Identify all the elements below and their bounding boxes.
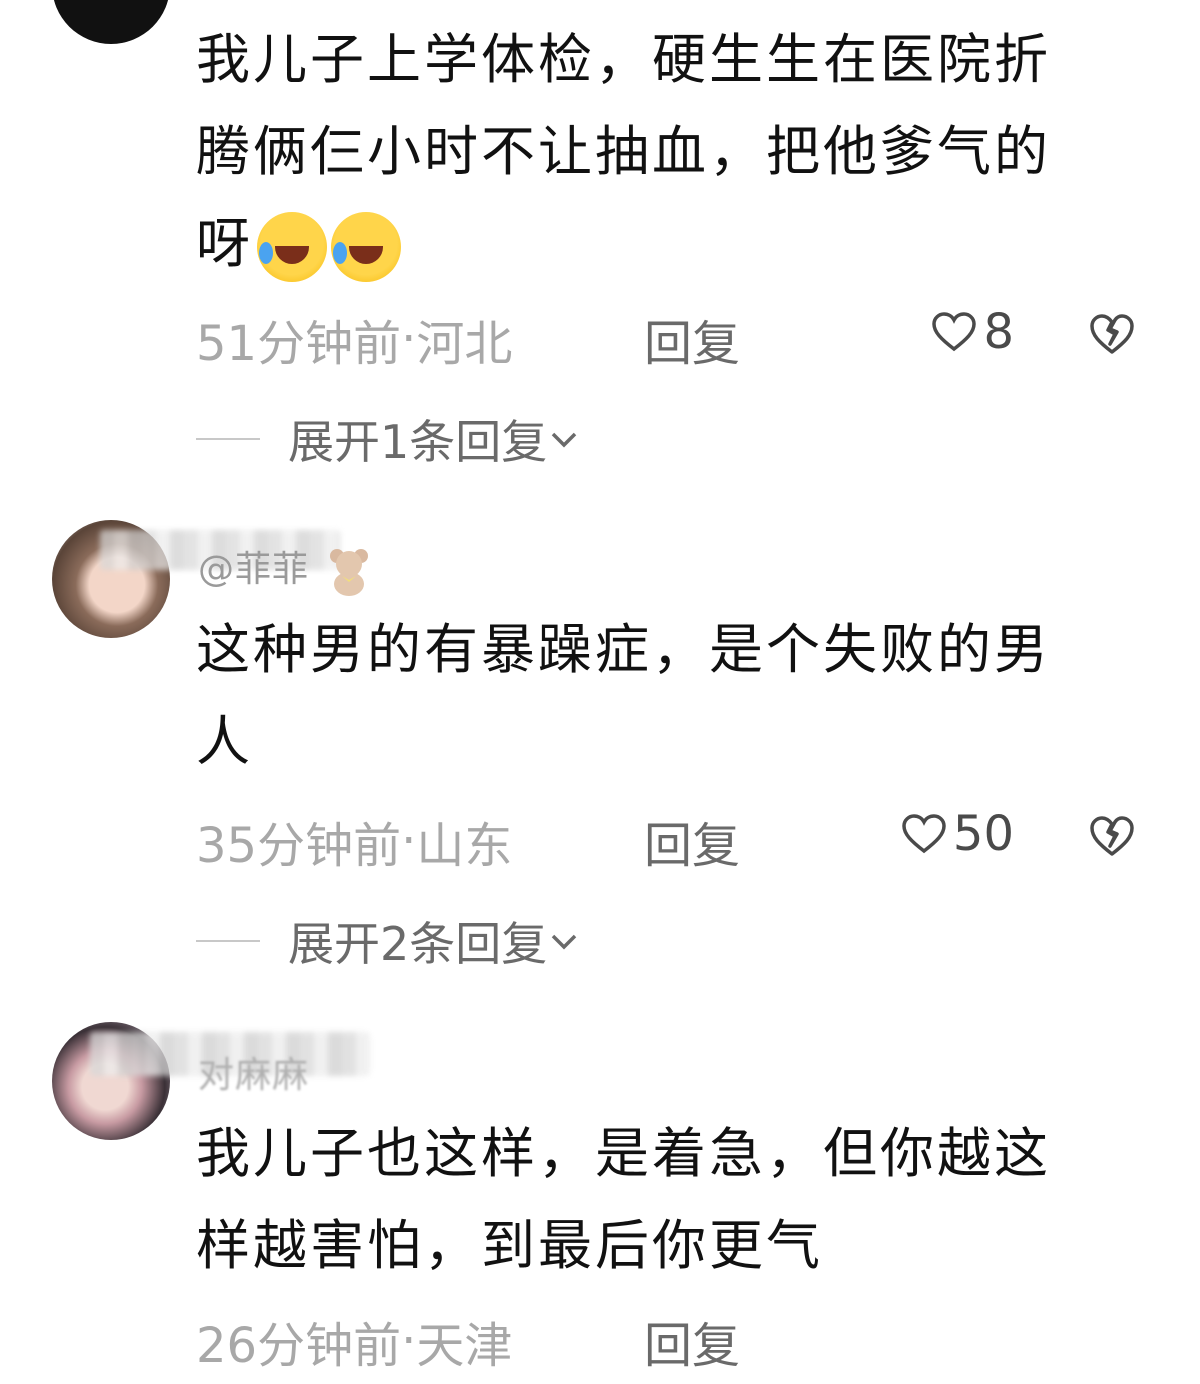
comment-text: 我儿子也这样，是着急，但你越这 样越害怕，到最后你更气: [196, 1108, 1156, 1292]
expand-label: 展开2条回复: [288, 917, 548, 971]
comment-meta: 51分钟前 · 河北: [196, 304, 512, 374]
reply-button[interactable]: 回复: [644, 1306, 740, 1376]
comment-time: 26分钟前: [196, 1318, 402, 1374]
meta-separator: ·: [401, 813, 417, 869]
comment-time: 35分钟前: [196, 818, 402, 874]
reply-button[interactable]: 回复: [644, 304, 740, 374]
like-count: 50: [952, 806, 1014, 862]
heart-icon: [902, 814, 946, 854]
divider: [196, 940, 260, 942]
avatar[interactable]: [52, 0, 170, 44]
comment-text: 这种男的有暴躁症，是个失败的男 人: [196, 604, 1156, 788]
chevron-down-icon: [552, 432, 577, 448]
broken-heart-icon[interactable]: [1088, 812, 1136, 860]
reply-button[interactable]: 回复: [644, 806, 740, 876]
teddy-bear-icon: [330, 549, 369, 596]
expand-label: 展开1条回复: [288, 415, 548, 469]
comment-meta: 35分钟前 · 山东: [196, 806, 512, 876]
comment-text-line: 人: [196, 710, 253, 773]
comment-location: 河北: [416, 316, 513, 372]
comment-text-line: 我儿子也这样，是着急，但你越这: [196, 1122, 1051, 1185]
comment-text-line: 这种男的有暴躁症，是个失败的男: [196, 618, 1051, 681]
chevron-down-icon: [552, 934, 577, 950]
like-button[interactable]: 50: [901, 806, 1014, 862]
meta-separator: ·: [401, 1313, 417, 1369]
comment-text-line: 样越害怕，到最后你更气: [196, 1214, 823, 1277]
broken-heart-icon[interactable]: [1088, 310, 1136, 358]
heart-icon: [932, 312, 977, 352]
crying-laughing-icon: [331, 212, 401, 283]
comment-text-fragment: 呀: [196, 212, 253, 275]
comment-text-line: 呀: [196, 198, 1156, 290]
username-text: @菲菲: [198, 549, 310, 590]
comment-location: 山东: [416, 818, 513, 874]
crying-laughing-icon: [257, 212, 327, 283]
comment-time: 51分钟前: [196, 316, 402, 372]
comment-text-line: 我儿子上学体检，硬生生在医院折: [196, 28, 1051, 91]
comment-text-line: 腾俩仨小时不让抽血，把他爹气的: [196, 120, 1051, 183]
username[interactable]: 对麻麻: [198, 1046, 309, 1098]
comment-meta: 26分钟前 · 天津: [196, 1306, 512, 1376]
like-button[interactable]: 8: [931, 304, 1014, 360]
like-count: 8: [983, 304, 1014, 360]
username[interactable]: @菲菲: [198, 540, 371, 596]
meta-separator: ·: [401, 311, 417, 367]
expand-replies[interactable]: 展开1条回复: [196, 406, 581, 472]
expand-replies[interactable]: 展开2条回复: [196, 908, 581, 974]
divider: [196, 438, 260, 440]
comment-text: 我儿子上学体检，硬生生在医院折 腾俩仨小时不让抽血，把他爹气的 呀: [196, 14, 1156, 290]
comment-location: 天津: [416, 1318, 513, 1374]
username-text: 对麻麻: [198, 1055, 310, 1096]
